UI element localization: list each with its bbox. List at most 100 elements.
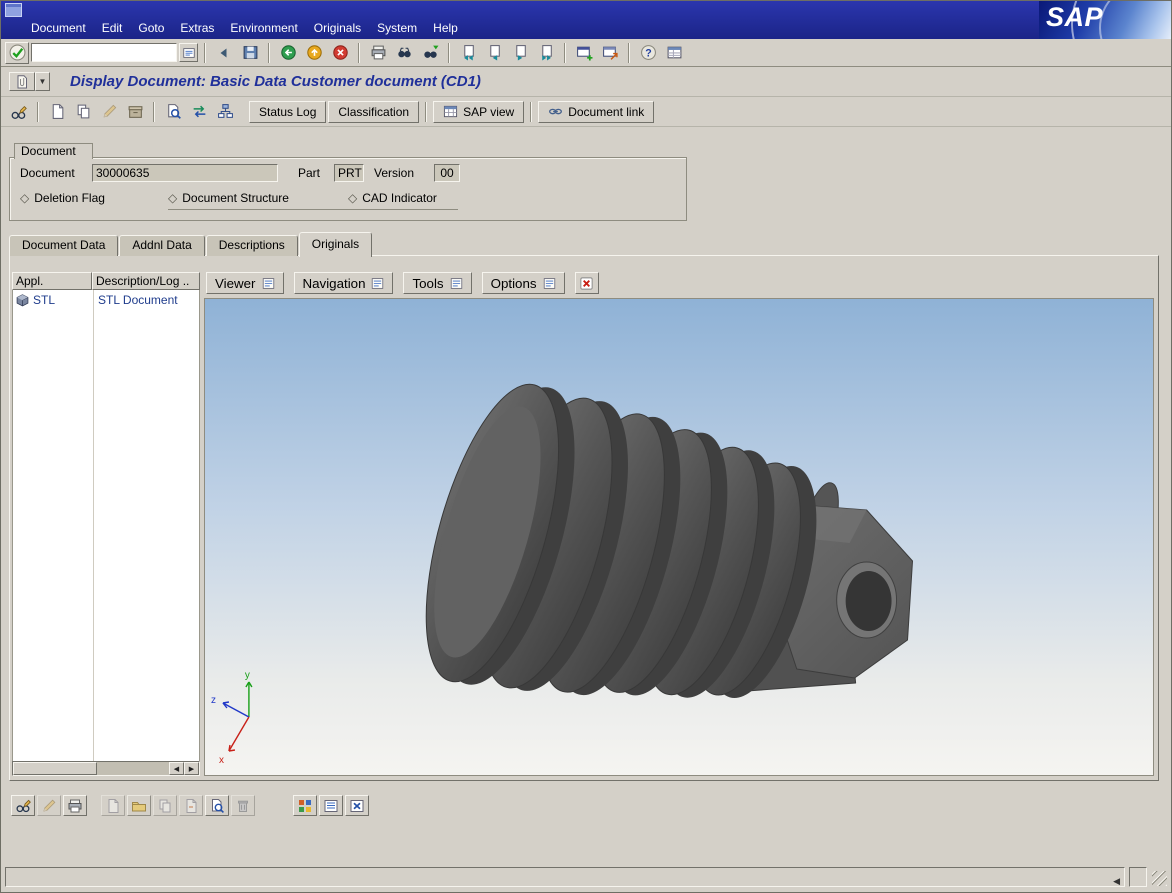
new-session-button[interactable]	[572, 42, 596, 64]
tiles-view-button[interactable]	[293, 795, 317, 816]
menu-edit[interactable]: Edit	[94, 19, 131, 37]
menu-system[interactable]: System	[369, 19, 425, 37]
add-original-button[interactable]	[101, 795, 125, 816]
horizontal-scrollbar[interactable]: ◀ ▶	[12, 761, 200, 776]
viewer-menu-button[interactable]: Viewer	[206, 272, 284, 294]
list-view-button[interactable]	[319, 795, 343, 816]
print-original-button[interactable]	[63, 795, 87, 816]
part-field[interactable]: PRT	[334, 164, 364, 182]
hierarchy-button[interactable]	[213, 101, 237, 123]
open-original-button[interactable]	[127, 795, 151, 816]
shortcut-button[interactable]	[598, 42, 622, 64]
check-out-button[interactable]	[179, 795, 203, 816]
viewer-menu-icon	[450, 277, 463, 290]
tools-menu-button[interactable]: Tools	[403, 272, 471, 294]
table-row[interactable]: STL STL Document	[13, 291, 199, 309]
options-menu-button[interactable]: Options	[482, 272, 565, 294]
close-preview-button[interactable]	[345, 795, 369, 816]
document-groupbox-legend: Document	[14, 143, 93, 159]
exit-icon	[306, 44, 323, 61]
scrollbar-thumb[interactable]	[13, 762, 97, 775]
services-for-object-button[interactable]	[9, 72, 35, 91]
services-dropdown-button[interactable]: ▼	[35, 72, 50, 91]
options-menu-label: Options	[491, 276, 537, 291]
tab-addnl-data[interactable]: Addnl Data	[119, 235, 204, 256]
status-history-icon[interactable]: ◀	[1113, 872, 1120, 890]
next-page-button[interactable]	[508, 42, 532, 64]
column-header-appl[interactable]: Appl.	[12, 272, 92, 290]
print-button[interactable]	[366, 42, 390, 64]
find-next-button[interactable]	[418, 42, 442, 64]
viewer-red-button[interactable]	[575, 272, 599, 294]
viewer-menu-icon	[371, 277, 384, 290]
detail-original-button[interactable]	[205, 795, 229, 816]
command-field[interactable]	[31, 43, 177, 62]
save-button[interactable]	[238, 42, 262, 64]
back-button[interactable]	[276, 42, 300, 64]
tab-descriptions[interactable]: Descriptions	[206, 235, 298, 256]
first-page-icon	[460, 44, 477, 61]
status-log-button[interactable]: Status Log	[249, 101, 326, 123]
3d-viewport[interactable]: y z x	[205, 299, 1153, 775]
display-change-button[interactable]	[7, 101, 31, 123]
archive-button[interactable]	[123, 101, 147, 123]
window-system-icon[interactable]	[5, 3, 22, 17]
pencil-icon	[101, 103, 118, 120]
scroll-right-button[interactable]: ▶	[184, 762, 199, 775]
menu-originals[interactable]: Originals	[306, 19, 369, 37]
display-original-button[interactable]	[11, 795, 35, 816]
find-button[interactable]	[392, 42, 416, 64]
command-history-button[interactable]	[179, 43, 198, 62]
hide-command-icon	[216, 45, 232, 61]
last-page-button[interactable]	[534, 42, 558, 64]
swap-button[interactable]	[187, 101, 211, 123]
enter-button[interactable]	[5, 42, 29, 64]
deletion-flag-indicator[interactable]: ◇ Deletion Flag	[20, 191, 105, 205]
find-icon	[396, 44, 413, 61]
copy-document-button[interactable]	[71, 101, 95, 123]
document-link-button[interactable]: Document link	[538, 101, 654, 123]
cad-indicator[interactable]: ◇ CAD Indicator	[348, 191, 437, 205]
cancel-button[interactable]	[328, 42, 352, 64]
display-originals-button[interactable]	[161, 101, 185, 123]
scroll-left-button[interactable]: ◀	[169, 762, 184, 775]
sap-view-button[interactable]: SAP view	[433, 101, 524, 123]
viewer-canvas[interactable]: y z x	[204, 298, 1154, 776]
print-icon	[370, 44, 387, 61]
document-structure-indicator[interactable]: ◇ Document Structure	[168, 191, 289, 205]
first-page-button[interactable]	[456, 42, 480, 64]
version-field[interactable]: 00	[434, 164, 460, 182]
exit-button[interactable]	[302, 42, 326, 64]
find-next-icon	[422, 44, 439, 61]
status-info-box[interactable]	[1129, 867, 1147, 887]
menu-extras[interactable]: Extras	[172, 19, 222, 37]
new-document-button[interactable]	[45, 101, 69, 123]
document-number-field[interactable]: 30000635	[92, 164, 278, 182]
trash-icon	[235, 798, 251, 814]
menu-help[interactable]: Help	[425, 19, 466, 37]
check-in-button[interactable]	[153, 795, 177, 816]
menu-goto[interactable]: Goto	[130, 19, 172, 37]
resize-grip-icon[interactable]	[1152, 871, 1167, 886]
help-button[interactable]: ?	[636, 42, 660, 64]
help-icon: ?	[640, 44, 657, 61]
tab-originals[interactable]: Originals	[299, 232, 372, 257]
prev-page-button[interactable]	[482, 42, 506, 64]
menu-document[interactable]: Document	[23, 19, 94, 37]
back-icon	[280, 44, 297, 61]
hide-command-button[interactable]	[212, 42, 236, 64]
hierarchy-icon	[217, 103, 234, 120]
bottom-toolbar	[11, 795, 383, 816]
copy-document-icon	[75, 103, 92, 120]
navigation-menu-button[interactable]: Navigation	[294, 272, 394, 294]
edit-document-button[interactable]	[97, 101, 121, 123]
tab-document-data[interactable]: Document Data	[9, 235, 118, 256]
column-header-description[interactable]: Description/Log ..	[92, 272, 200, 290]
change-original-button[interactable]	[37, 795, 61, 816]
classification-button[interactable]: Classification	[328, 101, 419, 123]
status-message-field[interactable]: ◀	[5, 867, 1125, 887]
menu-environment[interactable]: Environment	[222, 19, 305, 37]
delete-original-button[interactable]	[231, 795, 255, 816]
new-document-icon	[49, 103, 66, 120]
layout-button[interactable]	[662, 42, 686, 64]
